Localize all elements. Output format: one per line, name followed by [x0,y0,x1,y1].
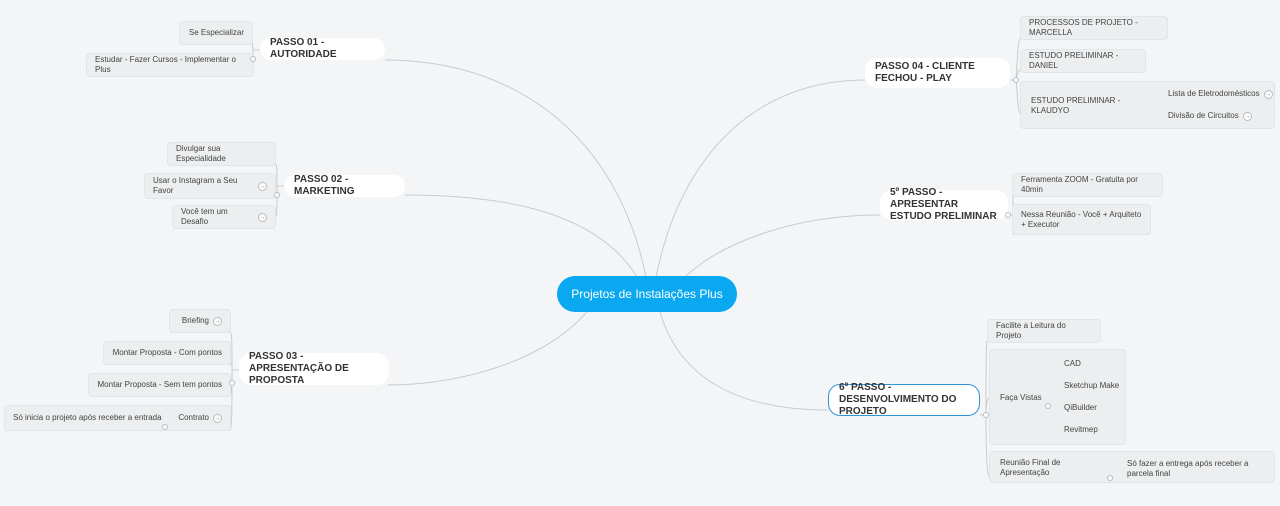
link-central-passo05 [679,214,881,283]
item-ferramenta-zoom[interactable]: Ferramenta ZOOM - Gratuita por 40min [1013,174,1162,196]
topic-passo-06-label: 6º PASSO - DESENVOLVIMENTO DO PROJETO [839,382,957,417]
topic-passo-02-label: PASSO 02 - MARKETING [294,174,355,197]
arrow-right-icon[interactable]: → [213,316,222,326]
item-proposta-sem-pontos[interactable]: Montar Proposta - Sem tem pontos [89,374,230,396]
item-se-especializar[interactable]: Se Especializar [180,22,252,44]
item-estudo-klaudyo[interactable]: ESTUDO PRELIMINAR - KLAUDYO [1031,96,1131,115]
item-facilite-leitura[interactable]: Facilite a Leitura do Projeto [988,320,1100,342]
item-contrato[interactable]: Só inicia o projeto após receber a entra… [5,406,230,430]
collapse-dot[interactable] [1013,77,1019,83]
item-estudar-cursos[interactable]: Estudar - Fazer Cursos - Implementar o P… [87,54,253,76]
topic-passo-01-label: PASSO 01 - AUTORIDADE [270,37,337,60]
item-sketchup-make[interactable]: Sketchup Make [1064,380,1124,392]
item-voce-tem-desafio[interactable]: Você tem um Desafio → [173,206,275,228]
topic-passo-02[interactable]: PASSO 02 - MARKETING [284,174,405,197]
contrato-child: Só inicia o projeto após receber a entra… [13,413,162,422]
item-proposta-com-pontos[interactable]: Montar Proposta - Com pontos [104,342,230,364]
collapse-dot[interactable] [274,192,280,198]
item-lista-eletrodomesticos[interactable]: Lista de Eletrodomésticos → [1168,88,1278,100]
collapse-dot[interactable] [1005,212,1011,218]
link-central-passo04 [654,79,866,283]
item-qibuilder[interactable]: QiBuilder [1064,402,1114,414]
link-central-passo06 [659,311,829,411]
item-briefing[interactable]: Briefing → [170,310,230,332]
collapse-dot[interactable] [983,412,989,418]
arrow-right-icon[interactable]: → [1242,111,1252,121]
link-central-passo01 [384,59,648,283]
topic-passo-04[interactable]: PASSO 04 - CLIENTE FECHOU - PLAY [865,58,1010,88]
collapse-dot[interactable] [1045,403,1051,409]
item-revitmep[interactable]: Revitmep [1064,424,1114,436]
collapse-dot[interactable] [1107,475,1113,481]
item-nessa-reuniao[interactable]: Nessa Reunião - Você + Arquiteto + Execu… [1013,205,1150,234]
item-divulgar-especialidade[interactable]: Divulgar sua Especialidade [168,143,275,165]
collapse-dot[interactable] [229,380,235,386]
topic-passo-04-label: PASSO 04 - CLIENTE FECHOU - PLAY [875,61,975,84]
collapse-dot[interactable] [162,424,168,430]
topic-passo-01[interactable]: PASSO 01 - AUTORIDADE [260,37,385,60]
link-central-passo02 [404,194,641,283]
item-usar-instagram[interactable]: Usar o Instagram a Seu Favor → [145,174,275,198]
item-reuniao-final[interactable]: Reunião Final de Apresentação [1000,458,1110,477]
topic-passo-06[interactable]: 6º PASSO - DESENVOLVIMENTO DO PROJETO [828,382,980,417]
topic-passo-03-label: PASSO 03 - APRESENTAÇÃO DE PROPOSTA [249,351,349,386]
item-cad[interactable]: CAD [1064,358,1114,370]
arrow-right-icon[interactable]: → [213,413,222,423]
arrow-right-icon[interactable]: → [258,181,267,191]
mind-map-canvas: Projetos de Instalações Plus PASSO 01 - … [0,0,1280,506]
item-estudo-daniel[interactable]: ESTUDO PRELIMINAR - DANIEL [1021,50,1145,72]
arrow-right-icon[interactable]: → [258,212,267,222]
topic-passo-05-label: 5º PASSO - APRESENTAR ESTUDO PRELIMINAR [890,187,997,222]
collapse-dot[interactable] [250,56,256,62]
arrow-right-icon[interactable]: → [1263,89,1273,99]
item-so-fazer-entrega[interactable]: Só fazer a entrega após receber a parcel… [1127,458,1272,480]
topic-passo-03[interactable]: PASSO 03 - APRESENTAÇÃO DE PROPOSTA [239,351,389,386]
item-faca-vistas[interactable]: Faça Vistas [1000,392,1048,404]
item-processos-marcella[interactable]: PROCESSOS DE PROJETO - MARCELLA [1021,17,1167,39]
topic-passo-05[interactable]: 5º PASSO - APRESENTAR ESTUDO PRELIMINAR [880,187,1008,222]
central-topic[interactable]: Projetos de Instalações Plus [557,276,737,312]
item-divisao-circuitos[interactable]: Divisão de Circuitos → [1168,110,1253,122]
